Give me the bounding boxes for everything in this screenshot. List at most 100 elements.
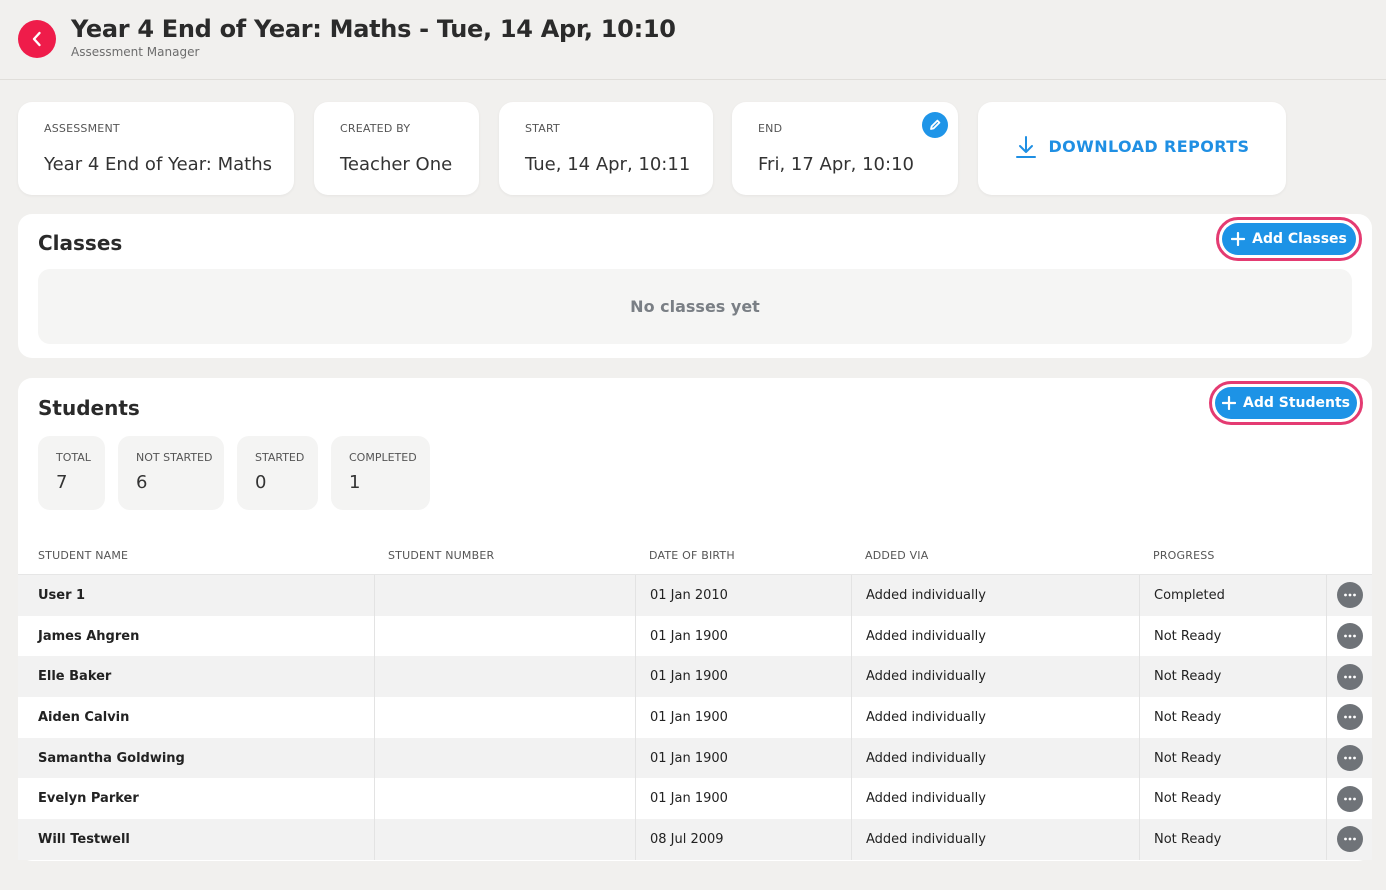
student-number bbox=[374, 819, 635, 860]
added-via: Added individually bbox=[851, 615, 1139, 657]
progress: Not Ready bbox=[1139, 656, 1326, 698]
card-label: ASSESSMENT bbox=[44, 122, 120, 135]
row-menu-button[interactable] bbox=[1336, 663, 1363, 690]
added-via: Added individually bbox=[851, 656, 1139, 698]
student-number bbox=[374, 697, 635, 738]
row-actions-cell bbox=[1326, 697, 1372, 738]
stat-label: NOT STARTED bbox=[136, 451, 213, 464]
student-number bbox=[374, 615, 635, 657]
row-actions-cell bbox=[1326, 737, 1372, 779]
row-menu-button[interactable] bbox=[1336, 704, 1363, 731]
stat-completed: COMPLETED 1 bbox=[331, 436, 430, 510]
column-header-student-name: STUDENT NAME bbox=[38, 549, 129, 562]
progress: Not Ready bbox=[1139, 615, 1326, 657]
student-name: Will Testwell bbox=[38, 831, 130, 847]
students-table-body: User 1 01 Jan 2010 Added individually Co… bbox=[18, 575, 1372, 860]
ellipsis-icon bbox=[1343, 838, 1356, 841]
progress: Not Ready bbox=[1139, 819, 1326, 860]
row-actions-cell bbox=[1326, 615, 1372, 657]
edit-end-button[interactable] bbox=[922, 112, 948, 138]
highlight-ring: Add Classes bbox=[1216, 217, 1362, 261]
student-name: Elle Baker bbox=[38, 669, 112, 685]
highlight-ring: Add Students bbox=[1209, 381, 1363, 425]
row-menu-button[interactable] bbox=[1336, 826, 1363, 853]
end-value: Fri, 17 Apr, 10:10 bbox=[758, 154, 914, 175]
row-menu-button[interactable] bbox=[1336, 745, 1363, 772]
back-button[interactable] bbox=[18, 20, 56, 58]
ellipsis-icon bbox=[1343, 716, 1356, 719]
table-row[interactable]: Evelyn Parker 01 Jan 1900 Added individu… bbox=[18, 778, 1372, 820]
date-of-birth: 01 Jan 1900 bbox=[635, 737, 851, 779]
card-label: START bbox=[525, 122, 560, 135]
classes-panel: Classes Add Classes No classes yet bbox=[18, 214, 1372, 358]
add-classes-label: Add Classes bbox=[1252, 231, 1347, 247]
table-row[interactable]: User 1 01 Jan 2010 Added individually Co… bbox=[18, 575, 1372, 616]
student-name: User 1 bbox=[38, 587, 86, 603]
stat-started: STARTED 0 bbox=[237, 436, 318, 510]
row-actions-cell bbox=[1326, 819, 1372, 860]
row-menu-button[interactable] bbox=[1336, 623, 1363, 650]
ellipsis-icon bbox=[1343, 675, 1356, 679]
added-via: Added individually bbox=[851, 819, 1139, 860]
classes-empty-state: No classes yet bbox=[38, 269, 1352, 344]
assessment-name: Year 4 End of Year: Maths bbox=[44, 154, 272, 175]
download-reports-button[interactable]: DOWNLOAD REPORTS bbox=[978, 102, 1286, 195]
start-card: START Tue, 14 Apr, 10:11 bbox=[499, 102, 713, 195]
date-of-birth: 08 Jul 2009 bbox=[635, 819, 851, 860]
card-label: END bbox=[758, 122, 783, 135]
student-number bbox=[374, 737, 635, 779]
download-reports-label: DOWNLOAD REPORTS bbox=[1048, 137, 1250, 156]
table-row[interactable]: James Ahgren 01 Jan 1900 Added individua… bbox=[18, 615, 1372, 657]
ellipsis-icon bbox=[1343, 797, 1356, 801]
stat-value: 0 bbox=[255, 472, 267, 493]
chevron-left-icon bbox=[32, 31, 41, 47]
ellipsis-icon bbox=[1343, 756, 1356, 760]
students-table-header: STUDENT NAME STUDENT NUMBER DATE OF BIRT… bbox=[18, 543, 1372, 575]
download-icon bbox=[1015, 135, 1036, 158]
stat-value: 7 bbox=[56, 472, 68, 493]
row-menu-button[interactable] bbox=[1336, 582, 1363, 609]
page-subtitle: Assessment Manager bbox=[71, 45, 200, 59]
row-menu-button[interactable] bbox=[1336, 785, 1363, 812]
plus-icon bbox=[1221, 396, 1236, 410]
add-students-button[interactable]: Add Students bbox=[1215, 387, 1357, 419]
card-label: CREATED BY bbox=[340, 122, 411, 135]
student-number bbox=[374, 575, 635, 616]
added-via: Added individually bbox=[851, 575, 1139, 616]
add-students-label: Add Students bbox=[1242, 395, 1350, 411]
date-of-birth: 01 Jan 1900 bbox=[635, 615, 851, 657]
student-number bbox=[374, 656, 635, 698]
stat-not-started: NOT STARTED 6 bbox=[118, 436, 224, 510]
student-number bbox=[374, 778, 635, 820]
progress: Not Ready bbox=[1139, 697, 1326, 738]
ellipsis-icon bbox=[1343, 593, 1356, 597]
add-classes-button[interactable]: Add Classes bbox=[1222, 223, 1356, 255]
added-via: Added individually bbox=[851, 697, 1139, 738]
table-row[interactable]: Aiden Calvin 01 Jan 1900 Added individua… bbox=[18, 697, 1372, 738]
page-title: Year 4 End of Year: Maths - Tue, 14 Apr,… bbox=[71, 15, 676, 43]
students-panel: Students Add Students TOTAL 7 NOT STARTE… bbox=[18, 378, 1372, 861]
table-row[interactable]: Elle Baker 01 Jan 1900 Added individuall… bbox=[18, 656, 1372, 698]
assessment-card: ASSESSMENT Year 4 End of Year: Maths bbox=[18, 102, 294, 195]
column-header-progress: PROGRESS bbox=[1153, 549, 1215, 562]
student-name: Samantha Goldwing bbox=[38, 750, 185, 766]
page-header: Year 4 End of Year: Maths - Tue, 14 Apr,… bbox=[0, 0, 1386, 80]
table-row[interactable]: Will Testwell 08 Jul 2009 Added individu… bbox=[18, 819, 1372, 860]
classes-title: Classes bbox=[38, 231, 123, 255]
progress: Not Ready bbox=[1139, 737, 1326, 779]
stat-label: STARTED bbox=[255, 451, 305, 464]
student-name: Evelyn Parker bbox=[38, 791, 139, 807]
date-of-birth: 01 Jan 1900 bbox=[635, 778, 851, 820]
added-via: Added individually bbox=[851, 737, 1139, 779]
table-row[interactable]: Samantha Goldwing 01 Jan 1900 Added indi… bbox=[18, 737, 1372, 779]
start-value: Tue, 14 Apr, 10:11 bbox=[525, 154, 691, 175]
pencil-icon bbox=[930, 119, 941, 130]
ellipsis-icon bbox=[1343, 634, 1356, 638]
created-by-value: Teacher One bbox=[340, 154, 453, 175]
students-title: Students bbox=[38, 396, 140, 420]
row-actions-cell bbox=[1326, 778, 1372, 820]
column-header-student-number: STUDENT NUMBER bbox=[388, 549, 495, 562]
date-of-birth: 01 Jan 1900 bbox=[635, 697, 851, 738]
student-name: James Ahgren bbox=[38, 628, 140, 644]
row-actions-cell bbox=[1326, 575, 1372, 616]
